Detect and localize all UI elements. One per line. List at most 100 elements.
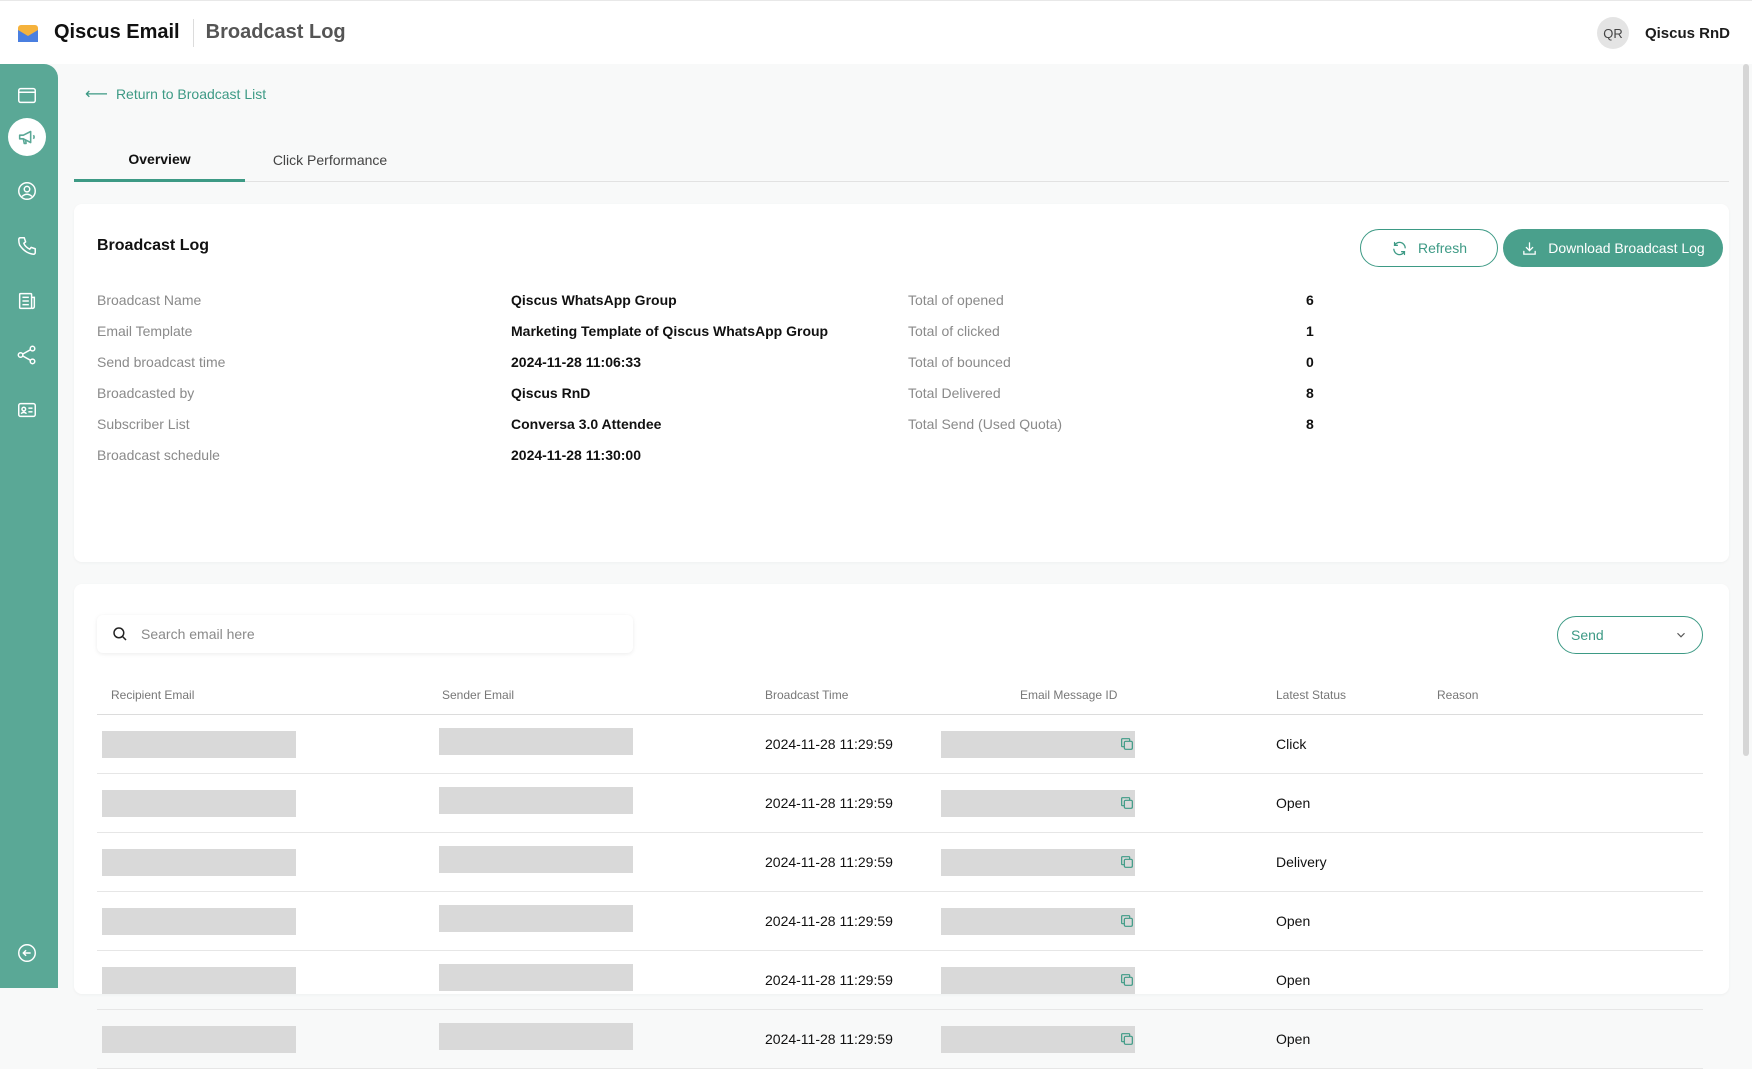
back-link-label: Return to Broadcast List [115, 86, 267, 102]
stat-label: Total of opened [908, 292, 1004, 308]
main-content: ⟵ Return to Broadcast List Overview Clic… [58, 64, 1730, 1069]
status-filter-value: Send [1571, 627, 1604, 643]
sidebar-collapse[interactable] [8, 934, 46, 972]
recipients-card: Send Recipient Email Sender Email Broadc… [74, 584, 1729, 1069]
sidebar-item-calendar[interactable] [8, 76, 46, 114]
recipient-email-redacted [102, 731, 296, 758]
detail-label: Subscriber List [97, 416, 190, 432]
tab-click-performance[interactable]: Click Performance [245, 138, 415, 182]
collapse-icon [18, 944, 36, 962]
user-name[interactable]: Qiscus RnD [1645, 25, 1730, 42]
table-row[interactable]: 2024-11-28 11:29:59 Open [97, 951, 1703, 1010]
detail-value: Conversa 3.0 Attendee [511, 416, 662, 432]
column-header[interactable]: Recipient Email [111, 688, 194, 702]
user-menu[interactable]: QR Qiscus RnD [1596, 17, 1730, 49]
envelope-logo-icon [18, 24, 38, 42]
tab-overview[interactable]: Overview [74, 138, 245, 182]
sidebar-item-broadcast[interactable] [8, 118, 46, 156]
detail-value: Qiscus WhatsApp Group [511, 292, 677, 308]
latest-status: Delivery [1276, 854, 1327, 870]
id-card-icon [18, 402, 36, 418]
refresh-label: Refresh [1417, 240, 1468, 256]
column-header[interactable]: Email Message ID [1020, 688, 1117, 702]
copy-icon[interactable] [1119, 795, 1135, 811]
table-row[interactable]: 2024-11-28 11:29:59 Open [97, 774, 1703, 833]
search-input[interactable] [141, 626, 621, 642]
page-title: Broadcast Log [205, 21, 346, 43]
tab-bar: Overview Click Performance [74, 138, 1729, 182]
broadcast-time: 2024-11-28 11:29:59 [765, 1031, 893, 1047]
share-nodes-icon [17, 345, 36, 365]
recipient-email-redacted [102, 849, 296, 876]
message-id-redacted [941, 790, 1135, 817]
copy-icon[interactable] [1119, 972, 1135, 988]
sidebar-item-integrations[interactable] [8, 336, 46, 374]
phone-icon [18, 237, 36, 255]
sidebar [0, 64, 58, 988]
copy-icon[interactable] [1119, 1031, 1135, 1047]
broadcast-time: 2024-11-28 11:29:59 [765, 972, 893, 988]
search-box[interactable] [97, 615, 633, 653]
sidebar-item-calls[interactable] [8, 227, 46, 265]
user-circle-icon [18, 182, 36, 200]
sender-email-redacted [439, 905, 633, 932]
sender-email-redacted [439, 1023, 633, 1050]
recipient-email-redacted [102, 1026, 296, 1053]
app-name: Qiscus Email [54, 21, 180, 43]
detail-label: Send broadcast time [97, 354, 226, 370]
sidebar-item-contacts[interactable] [8, 172, 46, 210]
latest-status: Open [1276, 795, 1311, 811]
column-header[interactable]: Reason [1437, 688, 1478, 702]
recipient-email-redacted [102, 967, 296, 994]
download-broadcast-log-button[interactable]: Download Broadcast Log [1503, 229, 1723, 267]
page-scrollbar[interactable] [1743, 64, 1749, 756]
latest-status: Open [1276, 972, 1311, 988]
sender-email-redacted [439, 728, 633, 755]
newspaper-icon [18, 292, 36, 310]
card-title: Broadcast Log [97, 237, 210, 254]
refresh-button[interactable]: Refresh [1360, 229, 1498, 267]
broadcast-time: 2024-11-28 11:29:59 [765, 854, 893, 870]
table-row[interactable]: 2024-11-28 11:29:59 Delivery [97, 833, 1703, 892]
title-divider [192, 18, 194, 47]
message-id-redacted [941, 849, 1135, 876]
message-id-redacted [941, 731, 1135, 758]
broadcast-time: 2024-11-28 11:29:59 [765, 795, 893, 811]
detail-label: Email Template [97, 323, 193, 339]
table-header: Recipient Email Sender Email Broadcast T… [97, 673, 1703, 715]
arrow-left-icon: ⟵ [85, 86, 108, 103]
sender-email-redacted [439, 964, 633, 991]
copy-icon[interactable] [1119, 913, 1135, 929]
detail-label: Broadcasted by [97, 385, 195, 401]
broadcast-time: 2024-11-28 11:29:59 [765, 913, 893, 929]
table-row[interactable]: 2024-11-28 11:29:59 Click [97, 715, 1703, 774]
avatar[interactable]: QR [1596, 17, 1629, 49]
stat-value: 6 [1306, 292, 1314, 308]
copy-icon[interactable] [1119, 854, 1135, 870]
table-row[interactable]: 2024-11-28 11:29:59 Open [97, 1010, 1703, 1069]
copy-icon[interactable] [1119, 736, 1135, 752]
detail-value: 2024-11-28 11:06:33 [511, 354, 641, 370]
stat-value: 0 [1306, 354, 1314, 370]
calendar-icon [18, 87, 36, 104]
back-link[interactable]: ⟵ Return to Broadcast List [85, 84, 266, 104]
stat-label: Total of bounced [908, 354, 1011, 370]
column-header[interactable]: Broadcast Time [765, 688, 848, 702]
sidebar-item-subscribers[interactable] [8, 391, 46, 429]
recipient-email-redacted [102, 790, 296, 817]
column-header[interactable]: Latest Status [1276, 688, 1346, 702]
stat-value: 8 [1306, 385, 1314, 401]
column-header[interactable]: Sender Email [442, 688, 514, 702]
message-id-redacted [941, 967, 1135, 994]
message-id-redacted [941, 908, 1135, 935]
detail-label: Broadcast Name [97, 292, 202, 308]
recipient-email-redacted [102, 908, 296, 935]
chevron-down-icon [1677, 632, 1685, 638]
status-filter-dropdown[interactable]: Send [1557, 616, 1703, 654]
detail-value: Marketing Template of Qiscus WhatsApp Gr… [511, 323, 829, 339]
stat-label: Total Send (Used Quota) [908, 416, 1063, 432]
sender-email-redacted [439, 787, 633, 814]
message-id-redacted [941, 1026, 1135, 1053]
sidebar-item-templates[interactable] [8, 282, 46, 320]
table-row[interactable]: 2024-11-28 11:29:59 Open [97, 892, 1703, 951]
